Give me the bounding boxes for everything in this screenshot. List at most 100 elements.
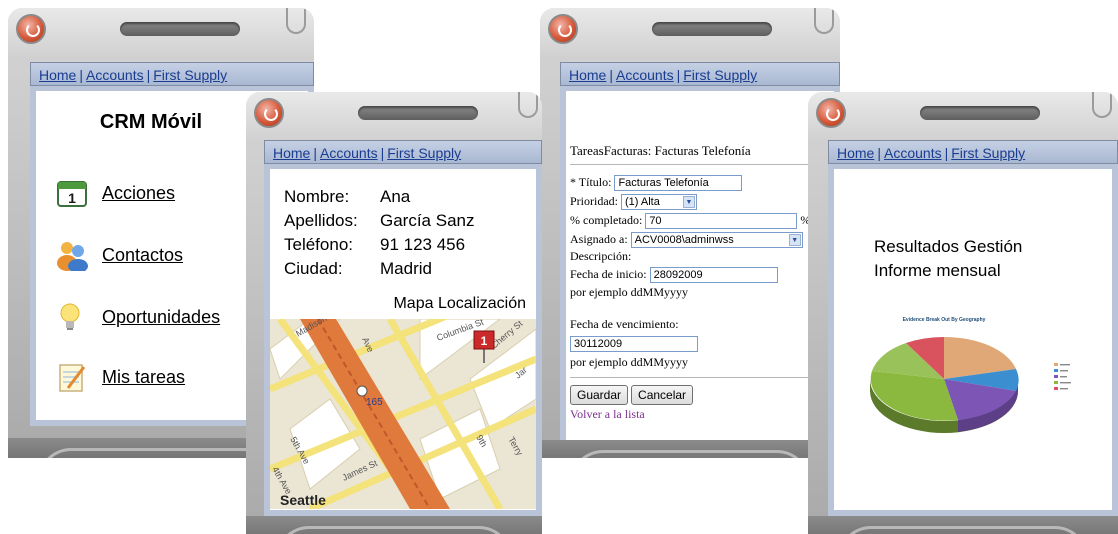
nav-home-link[interactable]: Home — [569, 67, 606, 83]
contact-field-telefono: Teléfono: 91 123 456 — [284, 235, 465, 255]
divider — [570, 377, 832, 378]
field-label: Ciudad: — [284, 259, 343, 278]
asignado-value: ACV0008\adminwss — [634, 234, 734, 247]
nav-separator: | — [877, 145, 881, 161]
speaker-grille — [358, 106, 478, 120]
nav-separator: | — [380, 145, 385, 161]
cancelar-button[interactable]: Cancelar — [631, 385, 694, 405]
menu-item-label: Acciones — [102, 182, 176, 203]
asignado-select[interactable]: ACV0008\adminwss ▼ — [630, 232, 803, 249]
nav-separator: | — [313, 145, 317, 161]
titulo-label: * Título: — [570, 175, 612, 189]
speaker-grille — [920, 106, 1040, 120]
vencimiento-label: Fecha de vencimiento: — [570, 317, 679, 331]
nav-separator: | — [609, 67, 613, 83]
speaker-grille — [120, 22, 240, 36]
lightbulb-icon — [56, 301, 88, 333]
nav-accounts-link[interactable]: Accounts — [320, 145, 378, 161]
nav-accounts-link[interactable]: Accounts — [616, 67, 674, 83]
antenna-slot — [518, 92, 538, 118]
calendar-icon: 1 — [56, 177, 88, 209]
guardar-button[interactable]: Guardar — [570, 385, 629, 405]
divider — [570, 164, 832, 165]
power-button-icon[interactable] — [254, 98, 284, 128]
breadcrumb-nav: Home | Accounts | First Supply — [560, 62, 840, 86]
nav-separator: | — [676, 67, 681, 83]
form-heading: TareasFacturas: Facturas Telefonía — [570, 143, 751, 158]
phone-contact-detail: Home | Accounts | First Supply Nombre: Ana Ap… — [246, 92, 542, 534]
chart-title: Evidence Break Out By Geography — [903, 317, 986, 323]
contact-field-ciudad: Ciudad: Madrid — [284, 259, 432, 279]
power-button-icon[interactable] — [16, 14, 46, 44]
nav-first-supply-link[interactable]: First Supply — [683, 67, 757, 83]
nav-home-link[interactable]: Home — [39, 67, 76, 83]
form-buttons: Guardar Cancelar — [570, 385, 694, 405]
prioridad-row: Prioridad: (1) Alta ▼ — [570, 194, 697, 211]
nav-accounts-link[interactable]: Accounts — [884, 145, 942, 161]
field-label: Teléfono: — [284, 235, 353, 254]
field-label: Nombre: — [284, 187, 350, 206]
vencimiento-input-row: 30112009 — [570, 336, 698, 353]
titulo-row: * Título: Facturas Telefonía — [570, 175, 743, 192]
inicio-input[interactable]: 28092009 — [649, 267, 778, 284]
power-button-icon[interactable] — [816, 98, 846, 128]
field-value: 91 123 456 — [380, 235, 466, 254]
breadcrumb-nav: Home | Accounts | First Supply — [264, 140, 542, 164]
prioridad-value: (1) Alta — [625, 196, 660, 209]
inicio-hint: por ejemplo ddMMyyyy — [570, 285, 688, 299]
pin-label: 1 — [481, 334, 488, 348]
inicio-label: Fecha de inicio: — [570, 267, 647, 281]
nav-home-link[interactable]: Home — [837, 145, 874, 161]
nav-separator: | — [146, 67, 151, 83]
nav-accounts-link[interactable]: Accounts — [86, 67, 144, 83]
volver-link[interactable]: Volver a la lista — [570, 407, 645, 422]
asignado-label: Asignado a: — [570, 232, 628, 246]
field-value: García Sanz — [380, 211, 475, 230]
report-title-line1: Resultados Gestión — [874, 237, 1023, 256]
menu-item-oportunidades[interactable]: Oportunidades — [56, 299, 220, 335]
speaker-grille — [652, 22, 772, 36]
menu-item-label: Mis tareas — [102, 366, 186, 387]
field-label: Apellidos: — [284, 211, 358, 230]
chart-legend — [1054, 363, 1071, 390]
field-value: Madrid — [380, 259, 432, 278]
phone-bottom-bezel — [540, 440, 840, 458]
location-map[interactable]: 165 Madison Ave Columbia St Cherry St 5t… — [270, 319, 536, 509]
menu-item-mis-tareas[interactable]: Mis tareas — [56, 359, 185, 395]
menu-item-contactos[interactable]: Contactos — [56, 237, 183, 273]
svg-text:1: 1 — [68, 190, 76, 206]
completado-input[interactable]: 70 — [645, 213, 798, 230]
phone-screen: Nombre: Ana Apellidos: García Sanz Teléfon… — [264, 164, 542, 516]
route-marker-label: 165 — [366, 397, 383, 408]
inicio-row: Fecha de inicio: 28092009 — [570, 267, 778, 284]
vencimiento-input[interactable]: 30112009 — [570, 336, 698, 353]
antenna-slot — [286, 8, 306, 34]
nav-separator: | — [944, 145, 949, 161]
titulo-input[interactable]: Facturas Telefonía — [614, 175, 743, 192]
city-label: Seattle — [280, 492, 326, 508]
power-button-icon[interactable] — [548, 14, 578, 44]
nav-home-link[interactable]: Home — [273, 145, 310, 161]
contact-field-nombre: Nombre: Ana — [284, 187, 410, 207]
vencimiento-hint: por ejemplo ddMMyyyy — [570, 355, 688, 369]
phone-bottom-bezel — [808, 516, 1118, 534]
nav-first-supply-link[interactable]: First Supply — [153, 67, 227, 83]
pie-chart: Evidence Break Out By Geography — [870, 317, 1071, 433]
descripcion-label: Descripción: — [570, 249, 632, 263]
chevron-down-icon: ▼ — [788, 234, 801, 247]
map-label: Mapa Localización — [393, 295, 526, 312]
menu-item-label: Oportunidades — [102, 306, 221, 327]
field-value: Ana — [380, 187, 411, 206]
page-title: CRM Móvil — [99, 111, 203, 133]
completado-label: % completado: — [570, 213, 643, 227]
nav-first-supply-link[interactable]: First Supply — [387, 145, 461, 161]
nav-separator: | — [79, 67, 83, 83]
breadcrumb-nav: Home | Accounts | First Supply — [30, 62, 314, 86]
chevron-down-icon: ▼ — [683, 196, 695, 209]
prioridad-label: Prioridad: — [570, 194, 618, 208]
menu-item-label: Contactos — [102, 244, 184, 265]
asignado-row: Asignado a: ACV0008\adminwss ▼ — [570, 232, 803, 249]
menu-item-acciones[interactable]: 1 Acciones — [56, 175, 175, 211]
nav-first-supply-link[interactable]: First Supply — [951, 145, 1025, 161]
prioridad-select[interactable]: (1) Alta ▼ — [621, 194, 697, 211]
